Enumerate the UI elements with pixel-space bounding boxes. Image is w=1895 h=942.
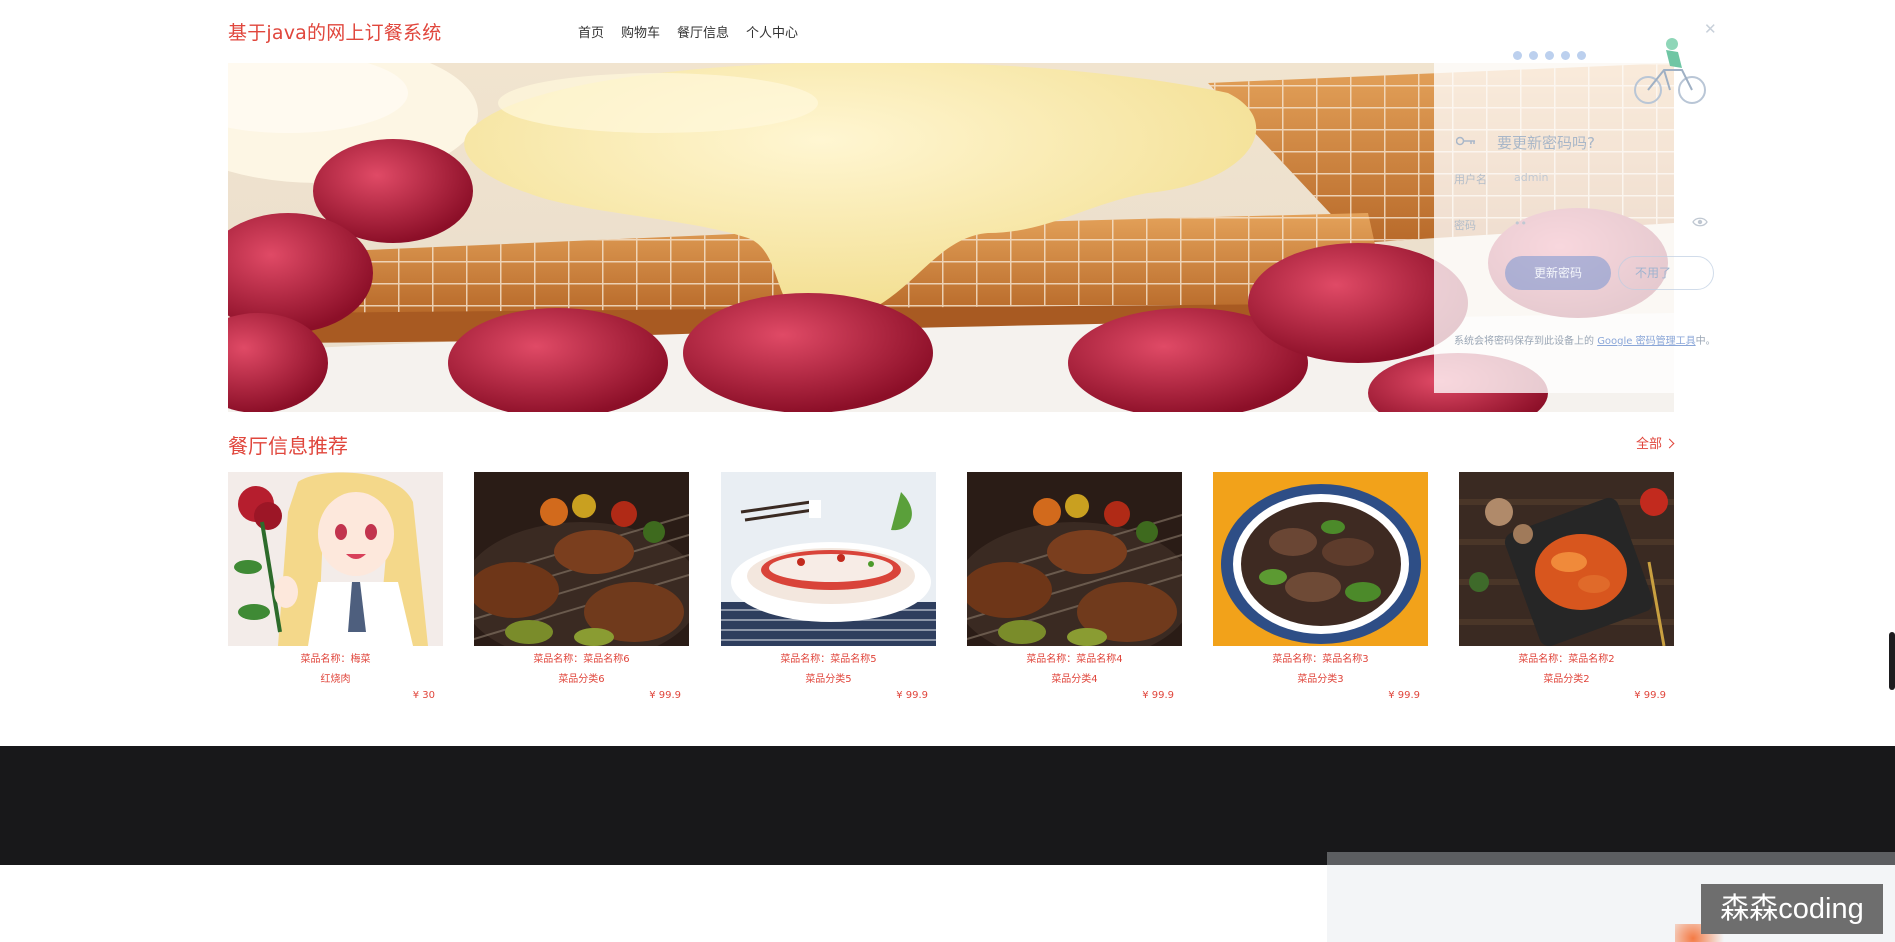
nav-item-home[interactable]: 首页 bbox=[578, 22, 604, 41]
username-row: 用户名 admin bbox=[1454, 171, 1548, 187]
fish-chili-image bbox=[721, 472, 936, 646]
scrollbar-thumb[interactable] bbox=[1889, 632, 1895, 690]
password-note: 系统会将密码保存到此设备上的 Google 密码管理工具中。 bbox=[1454, 333, 1724, 351]
username-label: 用户名 bbox=[1454, 173, 1487, 186]
dish-thumbnail bbox=[474, 472, 689, 646]
password-note-text: 系统会将密码保存到此设备上的 bbox=[1454, 336, 1598, 347]
dish-name: 菜品名称：菜品名称5 bbox=[780, 654, 877, 665]
username-value[interactable]: admin bbox=[1514, 171, 1548, 184]
chevron-right-icon bbox=[1664, 438, 1675, 449]
dish-name: 菜品名称：菜品名称6 bbox=[533, 654, 630, 665]
dish-card[interactable]: 菜品名称：菜品名称6 菜品分类6 ¥ 99.9 bbox=[474, 472, 689, 712]
steak-bbq-image bbox=[474, 472, 689, 646]
dish-category: 菜品分类6 bbox=[558, 674, 605, 685]
dish-price: ¥ 99.9 bbox=[1634, 690, 1666, 701]
watermark-label: 森森coding bbox=[1701, 884, 1883, 934]
eye-icon[interactable] bbox=[1692, 216, 1708, 228]
dish-card[interactable]: 菜品名称：菜品名称2 菜品分类2 ¥ 99.9 bbox=[1459, 472, 1674, 712]
dish-category: 菜品分类4 bbox=[1051, 674, 1098, 685]
dish-category: 菜品分类5 bbox=[805, 674, 852, 685]
section-title: 餐厅信息推荐 bbox=[228, 434, 348, 458]
nav-item-profile[interactable]: 个人中心 bbox=[746, 22, 798, 41]
dish-thumbnail bbox=[1213, 472, 1428, 646]
dish-category: 菜品分类2 bbox=[1543, 674, 1590, 685]
dish-category: 红烧肉 bbox=[320, 674, 351, 685]
update-password-button[interactable]: 更新密码 bbox=[1505, 256, 1611, 290]
password-popup-title: 要更新密码吗? bbox=[1497, 134, 1595, 152]
dish-thumbnail bbox=[228, 472, 443, 646]
password-value[interactable]: •• bbox=[1514, 217, 1527, 230]
password-note-suffix: 中。 bbox=[1695, 336, 1716, 347]
dish-card[interactable]: 菜品名称：菜品名称3 菜品分类3 ¥ 99.9 bbox=[1213, 472, 1428, 712]
dish-price: ¥ 99.9 bbox=[1142, 690, 1174, 701]
not-now-button[interactable]: 不用了 bbox=[1618, 256, 1714, 290]
steak-bbq-image bbox=[967, 472, 1182, 646]
popup-illustration-dots bbox=[1513, 51, 1586, 60]
main-nav: 首页 购物车 餐厅信息 个人中心 bbox=[578, 22, 798, 41]
site-header: 基于java的网上订餐系统 首页 购物车 餐厅信息 个人中心 bbox=[0, 0, 1895, 62]
dish-card[interactable]: 菜品名称：梅菜 红烧肉 ¥ 30 bbox=[228, 472, 443, 712]
cyclist-icon bbox=[1634, 38, 1706, 104]
dish-card[interactable]: 菜品名称：菜品名称4 菜品分类4 ¥ 99.9 bbox=[967, 472, 1182, 712]
view-all-label: 全部 bbox=[1636, 437, 1663, 452]
key-icon bbox=[1456, 136, 1475, 146]
dish-price: ¥ 99.9 bbox=[1388, 690, 1420, 701]
dish-thumbnail bbox=[721, 472, 936, 646]
dish-name: 菜品名称：梅菜 bbox=[300, 654, 371, 665]
dish-name: 菜品名称：菜品名称4 bbox=[1026, 654, 1123, 665]
dish-name: 菜品名称：菜品名称3 bbox=[1272, 654, 1369, 665]
anime-girl-image bbox=[228, 472, 443, 646]
nav-item-restaurant[interactable]: 餐厅信息 bbox=[677, 22, 729, 41]
spicy-dish-image bbox=[1459, 472, 1674, 646]
dish-price: ¥ 99.9 bbox=[649, 690, 681, 701]
dish-name: 菜品名称：菜品名称2 bbox=[1518, 654, 1615, 665]
braised-duck-image bbox=[1213, 472, 1428, 646]
dish-thumbnail bbox=[967, 472, 1182, 646]
nav-item-cart[interactable]: 购物车 bbox=[621, 22, 660, 41]
dish-thumbnail bbox=[1459, 472, 1674, 646]
view-all-link[interactable]: 全部 bbox=[1636, 433, 1675, 452]
password-manager-link[interactable]: Google 密码管理工具 bbox=[1597, 336, 1695, 347]
password-label: 密码 bbox=[1454, 219, 1476, 232]
site-logo[interactable]: 基于java的网上订餐系统 bbox=[228, 18, 441, 45]
dish-price: ¥ 99.9 bbox=[896, 690, 928, 701]
dish-card[interactable]: 菜品名称：菜品名称5 菜品分类5 ¥ 99.9 bbox=[721, 472, 936, 712]
dish-price: ¥ 30 bbox=[412, 690, 435, 701]
password-row: 密码 •• bbox=[1454, 217, 1527, 233]
site-footer bbox=[0, 746, 1895, 865]
dish-category: 菜品分类3 bbox=[1297, 674, 1344, 685]
